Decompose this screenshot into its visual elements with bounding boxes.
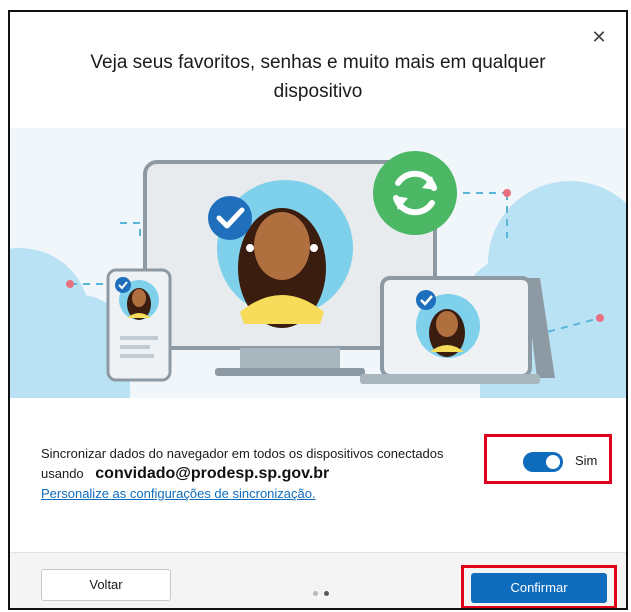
close-icon[interactable]: ✕ <box>590 28 608 46</box>
page-indicator <box>313 583 335 601</box>
back-button[interactable]: Voltar <box>41 569 171 601</box>
confirm-button[interactable]: Confirmar <box>471 573 607 603</box>
devices-illustration-svg <box>10 151 626 403</box>
confirm-highlight: Confirmar <box>461 565 617 608</box>
toggle-knob <box>546 455 560 469</box>
page-dot-2 <box>324 591 329 596</box>
sync-description-block: Sincronizar dados do navegador em todos … <box>41 444 451 504</box>
sync-toggle-highlight: Sim <box>484 434 612 484</box>
page-dot-1 <box>313 591 318 596</box>
account-email: convidado@prodesp.sp.gov.br <box>95 465 330 482</box>
dialog-footer: Voltar Confirmar <box>10 552 626 608</box>
toggle-label: Sim <box>575 453 598 468</box>
sync-settings-link[interactable]: Personalize as configurações de sincroni… <box>41 486 316 501</box>
check-icon-monitor <box>208 196 252 240</box>
sync-toggle[interactable] <box>523 452 563 472</box>
tablet <box>360 276 555 384</box>
phone <box>106 268 172 382</box>
sync-icon <box>373 151 457 235</box>
dialog-title: Veja seus favoritos, senhas e muito mais… <box>90 52 546 102</box>
sync-dialog: ✕ Veja seus favoritos, senhas e muito ma… <box>8 10 628 610</box>
sync-illustration <box>10 128 626 403</box>
